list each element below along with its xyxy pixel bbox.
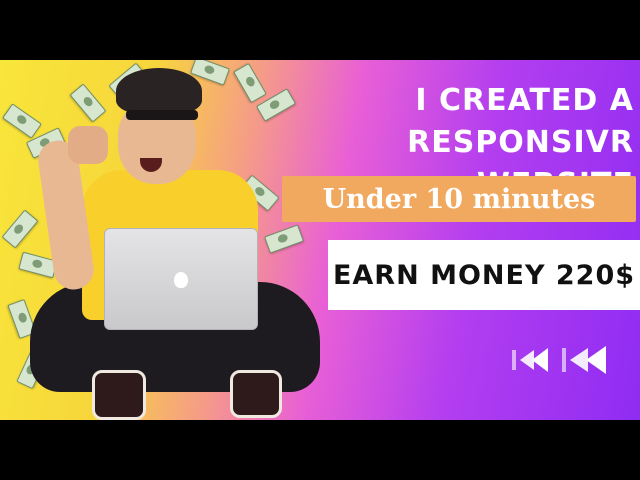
earn-money-text: EARN MONEY 220$ <box>332 259 636 291</box>
right-shoe <box>230 370 282 418</box>
fist <box>68 126 108 164</box>
subheadline-text: Under 10 minutes <box>322 183 596 215</box>
headline-line-1: I CREATED A <box>415 83 634 118</box>
earn-money-banner: EARN MONEY 220$ <box>328 240 640 310</box>
cap-band <box>126 110 198 120</box>
subheadline-banner: Under 10 minutes <box>282 176 636 222</box>
apple-logo-icon <box>174 272 188 288</box>
left-shoe <box>92 370 146 420</box>
letterbox-bottom <box>0 420 640 480</box>
letterbox-top <box>0 0 640 60</box>
cap <box>116 68 202 114</box>
thumbnail: I CREATED A RESPONSIVR WEBSITE Under 10 … <box>0 60 640 420</box>
double-rewind-arrows-icon <box>512 346 606 374</box>
